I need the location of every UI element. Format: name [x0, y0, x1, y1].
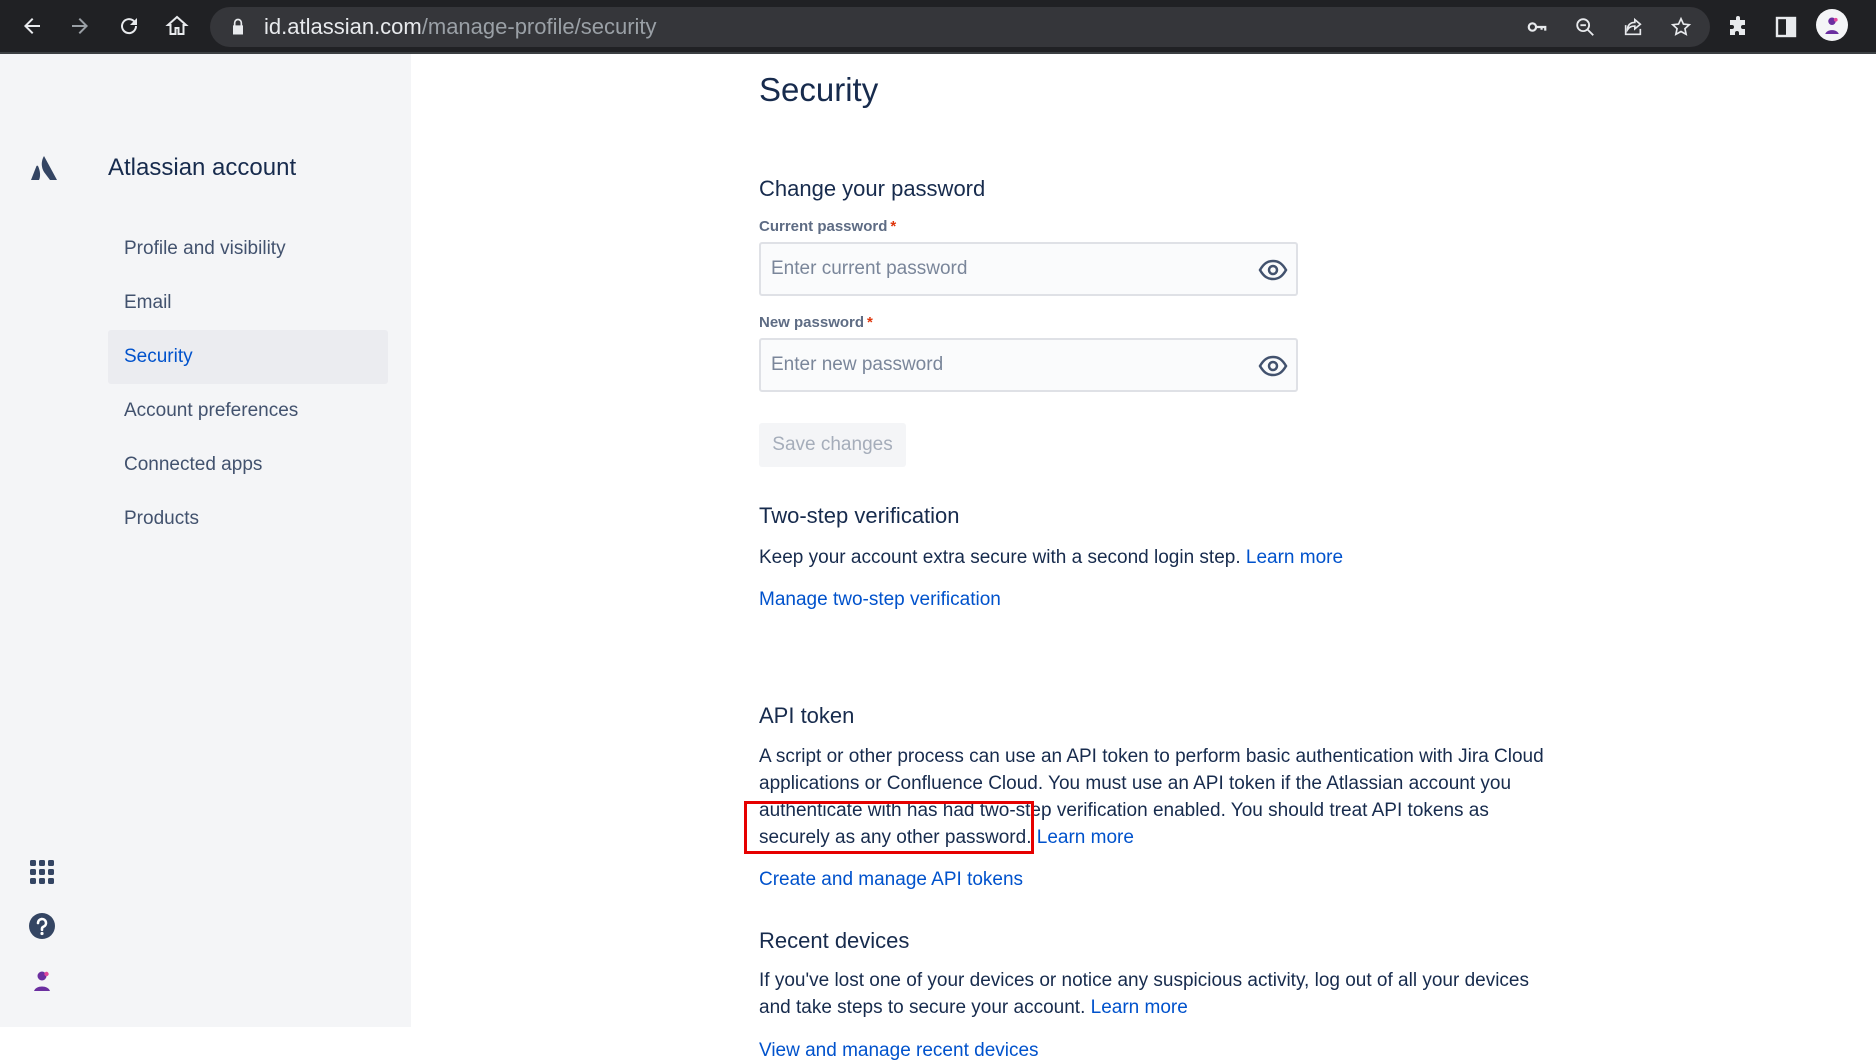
new-password-label: New password * [759, 314, 873, 331]
share-button[interactable] [1618, 11, 1648, 43]
profile-avatar-icon [1820, 13, 1844, 37]
zoom-button[interactable] [1570, 11, 1600, 43]
page-title: Security [759, 71, 879, 108]
side-panel-icon [1775, 16, 1797, 38]
forward-button[interactable] [64, 10, 96, 42]
url-text: id.atlassian.com/manage-profile/security [264, 14, 657, 40]
recent-devices-description: If you've lost one of your devices or no… [759, 967, 1549, 1021]
app-title: Atlassian account [108, 154, 297, 181]
new-password-label-text: New password [759, 314, 865, 331]
sidebar-item-products[interactable]: Products [108, 492, 388, 546]
new-password-field[interactable] [759, 338, 1298, 392]
sidebar: Atlassian account Profile and visibility… [0, 54, 411, 1027]
new-password-input[interactable] [761, 354, 1231, 376]
save-changes-button[interactable]: Save changes [759, 423, 906, 467]
help-button[interactable] [28, 912, 56, 945]
app-switcher-button[interactable] [28, 858, 56, 891]
zoom-out-icon [1576, 18, 1594, 36]
url-path: /manage-profile/security [421, 14, 657, 39]
current-password-input[interactable] [761, 258, 1231, 280]
required-asterisk: * [890, 218, 897, 235]
manage-two-step-link[interactable]: Manage two-step verification [759, 589, 1001, 611]
current-password-field[interactable] [759, 242, 1298, 296]
key-icon [1527, 22, 1547, 32]
highlight-box [744, 801, 1034, 854]
reload-button[interactable] [113, 10, 145, 42]
two-step-description: Keep your account extra secure with a se… [759, 544, 1549, 571]
api-token-learn-more-link[interactable]: Learn more [1037, 827, 1134, 848]
sidebar-item-security[interactable]: Security [108, 330, 388, 384]
password-key-button[interactable] [1522, 11, 1552, 43]
extensions-button[interactable] [1720, 9, 1756, 45]
sidebar-item-profile-and-visibility[interactable]: Profile and visibility [108, 222, 388, 276]
current-password-label-text: Current password [759, 218, 888, 235]
address-bar[interactable]: id.atlassian.com/manage-profile/security [210, 7, 1710, 47]
lock-icon [233, 18, 243, 35]
two-step-learn-more-link[interactable]: Learn more [1246, 547, 1343, 568]
grid-icon [30, 860, 54, 884]
two-step-heading: Two-step verification [759, 503, 960, 528]
star-icon [1670, 16, 1692, 36]
home-icon [165, 15, 189, 35]
current-password-label: Current password * [759, 218, 896, 235]
sidebar-item-account-preferences[interactable]: Account preferences [108, 384, 388, 438]
user-avatar-button[interactable] [28, 966, 56, 999]
share-icon [1624, 17, 1642, 36]
home-button[interactable] [161, 10, 193, 42]
browser-toolbar: id.atlassian.com/manage-profile/security [0, 0, 1876, 54]
recent-devices-learn-more-link[interactable]: Learn more [1091, 997, 1188, 1018]
bookmark-button[interactable] [1666, 11, 1696, 43]
side-panel-button[interactable] [1768, 9, 1804, 45]
view-manage-recent-devices-link[interactable]: View and manage recent devices [759, 1040, 1039, 1062]
profile-avatar-button[interactable] [1816, 9, 1848, 41]
back-button[interactable] [16, 10, 48, 42]
eye-icon[interactable] [1258, 256, 1288, 284]
create-manage-api-tokens-link[interactable]: Create and manage API tokens [759, 869, 1023, 891]
url-host: id.atlassian.com [264, 14, 422, 39]
sidebar-item-connected-apps[interactable]: Connected apps [108, 438, 388, 492]
atlassian-logo-icon[interactable] [30, 154, 58, 182]
two-step-text: Keep your account extra secure with a se… [759, 547, 1241, 568]
recent-devices-heading: Recent devices [759, 928, 910, 953]
api-token-heading: API token [759, 703, 855, 728]
eye-icon[interactable] [1258, 352, 1288, 380]
sidebar-nav: Profile and visibility Email Security Ac… [108, 222, 388, 546]
required-asterisk: * [867, 314, 873, 331]
puzzle-icon [1730, 16, 1745, 35]
arrow-left-icon [24, 18, 40, 34]
arrow-right-icon [72, 18, 88, 34]
help-icon [29, 913, 55, 939]
change-password-heading: Change your password [759, 176, 986, 201]
reload-icon [121, 18, 138, 35]
sidebar-item-email[interactable]: Email [108, 276, 388, 330]
user-avatar-icon [28, 966, 56, 994]
